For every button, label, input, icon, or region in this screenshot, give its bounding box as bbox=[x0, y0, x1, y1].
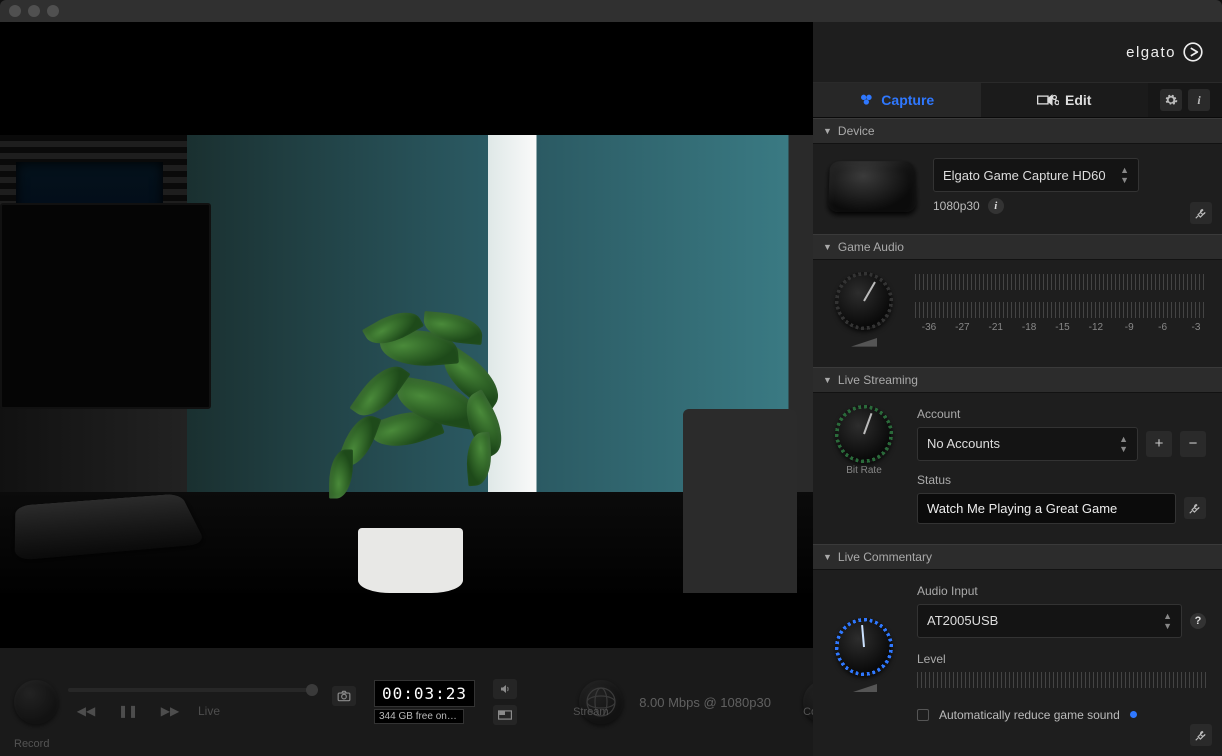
bottom-toolbar: ◀◀ ❚❚ ▶▶ Live Record 00:03: bbox=[0, 647, 813, 756]
window-titlebar bbox=[0, 0, 1222, 22]
commentary-meter bbox=[917, 672, 1206, 688]
game-audio-meter bbox=[915, 274, 1206, 318]
record-label: Record bbox=[14, 738, 49, 750]
scrub-slider[interactable] bbox=[68, 688, 318, 692]
device-select[interactable]: Elgato Game Capture HD60 ▲▼ bbox=[933, 158, 1139, 192]
settings-button[interactable] bbox=[1160, 89, 1182, 111]
section-device-header[interactable]: ▼Device bbox=[813, 118, 1222, 144]
traffic-zoom[interactable] bbox=[47, 5, 59, 17]
traffic-minimize[interactable] bbox=[28, 5, 40, 17]
status-tools-button[interactable] bbox=[1184, 497, 1206, 519]
db-scale: -36-27-21-18-15-12-9-6-3 bbox=[915, 322, 1206, 333]
device-mode: 1080p30 bbox=[933, 199, 980, 213]
record-button[interactable] bbox=[14, 680, 58, 724]
account-select[interactable]: No Accounts ▲▼ bbox=[917, 427, 1138, 461]
info-button[interactable]: i bbox=[1188, 89, 1210, 111]
pause-button[interactable]: ❚❚ bbox=[114, 700, 142, 722]
commentary-level-knob[interactable] bbox=[837, 620, 891, 674]
bitrate-label: Bit Rate bbox=[846, 465, 882, 476]
section-streaming-header[interactable]: ▼Live Streaming bbox=[813, 367, 1222, 393]
audio-input-help[interactable]: ? bbox=[1190, 613, 1206, 629]
mute-button[interactable] bbox=[493, 679, 517, 699]
forward-button[interactable]: ▶▶ bbox=[156, 700, 184, 722]
bitrate-knob[interactable] bbox=[837, 407, 891, 461]
volume-icon bbox=[851, 684, 877, 693]
device-info-icon[interactable]: i bbox=[988, 198, 1004, 214]
snapshot-button[interactable] bbox=[332, 686, 356, 706]
account-label: Account bbox=[917, 407, 1206, 421]
audio-input-label: Audio Input bbox=[917, 584, 1206, 598]
level-label: Level bbox=[917, 652, 1206, 666]
volume-icon bbox=[851, 338, 877, 347]
quality-text: 8.00 Mbps @ 1080p30 bbox=[639, 695, 771, 710]
traffic-close[interactable] bbox=[9, 5, 21, 17]
plant-image bbox=[293, 286, 553, 538]
device-image bbox=[828, 161, 916, 212]
status-input[interactable] bbox=[917, 493, 1176, 524]
wrench-icon bbox=[1194, 728, 1208, 742]
video-preview bbox=[0, 22, 813, 647]
free-space: 344 GB free on… bbox=[374, 709, 464, 724]
gear-icon bbox=[1164, 93, 1178, 107]
commentary-tools-button[interactable] bbox=[1190, 724, 1212, 746]
device-tools-button[interactable] bbox=[1190, 202, 1212, 224]
auto-reduce-checkbox[interactable] bbox=[917, 709, 929, 721]
live-button[interactable]: Live bbox=[198, 700, 220, 722]
account-remove-button[interactable]: − bbox=[1180, 431, 1206, 457]
auto-reduce-indicator bbox=[1130, 711, 1137, 718]
wrench-icon bbox=[1188, 501, 1202, 515]
rewind-button[interactable]: ◀◀ bbox=[72, 700, 100, 722]
brand-logo: elgato bbox=[1126, 41, 1204, 63]
auto-reduce-label: Automatically reduce game sound bbox=[939, 708, 1120, 722]
wrench-icon bbox=[1194, 206, 1208, 220]
audio-input-select[interactable]: AT2005USB ▲▼ bbox=[917, 604, 1182, 638]
section-gameaudio-header[interactable]: ▼Game Audio bbox=[813, 234, 1222, 260]
status-label: Status bbox=[917, 473, 1206, 487]
timecode: 00:03:23 bbox=[374, 680, 475, 707]
section-commentary-header[interactable]: ▼Live Commentary bbox=[813, 544, 1222, 570]
account-add-button[interactable]: + bbox=[1146, 431, 1172, 457]
game-audio-knob[interactable] bbox=[837, 274, 891, 328]
tab-capture[interactable]: Capture bbox=[813, 83, 981, 117]
edit-icon bbox=[1037, 93, 1059, 107]
tab-edit[interactable]: Edit bbox=[981, 83, 1149, 117]
stream-label: Stream bbox=[573, 706, 608, 718]
layout-button[interactable] bbox=[493, 705, 517, 725]
capture-icon bbox=[859, 92, 875, 108]
